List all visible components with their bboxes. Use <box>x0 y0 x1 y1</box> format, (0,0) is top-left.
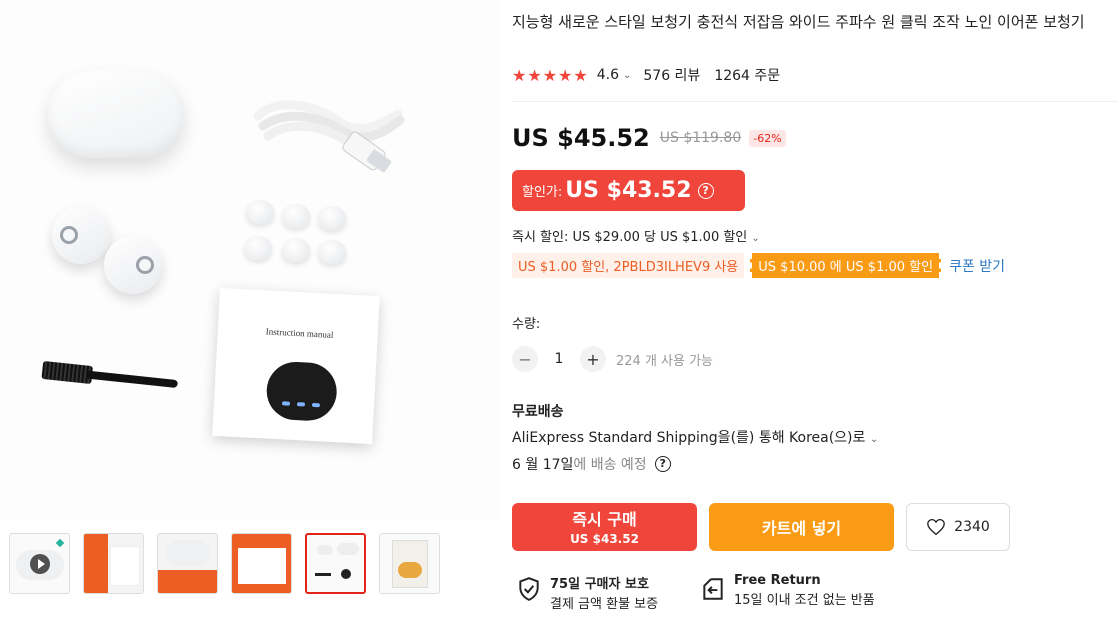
divider <box>512 101 1118 102</box>
coupon-code-badge[interactable]: US $1.00 할인, 2PBLD3ILHEV9 사용 <box>512 253 745 278</box>
delivery-date-value: 6 월 17일 <box>512 457 574 473</box>
instant-discount[interactable]: 즉시 할인: US $29.00 당 US $1.00 할인 ⌄ <box>512 226 760 245</box>
return-icon <box>703 578 723 600</box>
thumbnail-6[interactable] <box>379 533 440 594</box>
help-icon[interactable]: ? <box>697 182 714 199</box>
buy-now-label: 즉시 구매 <box>572 510 637 529</box>
sale-label: 할인가: <box>522 185 563 200</box>
thumbnail-5-selected[interactable] <box>305 533 366 594</box>
star-rating-icon: ★★★★★ <box>512 65 589 85</box>
ear-tip-image <box>282 204 310 228</box>
sale-price-box: 할인가: US $43.52 ? <box>512 170 745 211</box>
decrease-quantity-button[interactable]: − <box>512 346 538 372</box>
chevron-down-icon[interactable]: ⌄ <box>623 70 631 81</box>
thumbnail-strip <box>9 533 440 594</box>
add-to-cart-button[interactable]: 카트에 넣기 <box>709 503 894 551</box>
get-coupon-link[interactable]: 쿠폰 받기 <box>949 256 1005 276</box>
chevron-down-icon: ⌄ <box>869 434 879 445</box>
shield-check-icon <box>519 577 539 601</box>
product-title: 지능형 새로운 스타일 보청기 충전식 저잡음 와이드 주파수 원 클릭 조작 … <box>512 13 1085 31</box>
heart-icon <box>927 518 946 536</box>
original-price: US $119.80 <box>659 130 742 146</box>
available-quantity: 224 개 사용 가능 <box>616 353 714 369</box>
thumbnail-video[interactable] <box>9 533 70 594</box>
video-badge-icon <box>55 538 65 548</box>
sale-price: US $43.52 <box>565 178 692 203</box>
order-count: 1264 주문 <box>714 68 781 84</box>
rating-row: ★★★★★ 4.6 ⌄ 576 리뷰 1264 주문 <box>512 65 780 85</box>
thumbnail-2[interactable] <box>83 533 144 594</box>
coupon-row: US $1.00 할인, 2PBLD3ILHEV9 사용 US $10.00 에… <box>512 253 1005 278</box>
main-product-image[interactable]: Instruction manual <box>0 0 500 520</box>
buyer-protection[interactable]: 75일 구매자 보호 결제 금액 환불 보증 <box>516 573 658 612</box>
wishlist-count: 2340 <box>954 519 990 535</box>
guarantee-subtitle: 15일 이내 조건 없는 반품 <box>734 593 875 608</box>
ear-tip-image <box>244 236 272 260</box>
charging-case-image <box>48 70 184 158</box>
quantity-label: 수량: <box>512 317 541 332</box>
rating-value[interactable]: 4.6 <box>597 67 619 83</box>
play-icon <box>30 554 50 574</box>
thumbnail-4[interactable] <box>231 533 292 594</box>
chevron-down-icon: ⌄ <box>751 233 760 244</box>
increase-quantity-button[interactable]: + <box>580 346 606 372</box>
free-return[interactable]: Free Return 15일 이내 조건 없는 반품 <box>700 573 875 608</box>
ear-tip-image <box>318 206 346 230</box>
left-earbud-image <box>52 206 110 264</box>
review-count[interactable]: 576 리뷰 <box>643 65 700 85</box>
coupon-threshold-badge[interactable]: US $10.00 에 US $1.00 할인 <box>750 253 942 278</box>
discount-badge: -62% <box>749 129 786 147</box>
instruction-manual-image: Instruction manual <box>212 287 380 445</box>
guarantee-title: 75일 구매자 보호 <box>550 577 649 592</box>
manual-title-text: Instruction manual <box>265 326 334 340</box>
shipping-method-text: AliExpress Standard Shipping을(를) 통해 Kore… <box>512 430 866 446</box>
ear-tip-image <box>318 240 346 264</box>
thumbnail-3[interactable] <box>157 533 218 594</box>
shipping-title: 무료배송 <box>512 404 564 420</box>
wishlist-button[interactable]: 2340 <box>906 503 1010 551</box>
delivery-date-suffix: 에 배송 예정 <box>573 457 647 473</box>
quantity-stepper: − 1 + 224 개 사용 가능 <box>512 346 713 372</box>
current-price: US $45.52 <box>512 124 650 152</box>
usb-cable-image <box>253 100 405 173</box>
delivery-date: 6 월 17일 에 배송 예정 ? <box>512 454 671 474</box>
right-earbud-image <box>104 236 162 294</box>
price-row: US $45.52 US $119.80 -62% <box>512 124 786 152</box>
cleaning-brush-image <box>41 360 179 393</box>
help-icon[interactable]: ? <box>654 456 671 472</box>
instant-discount-text: 즉시 할인: US $29.00 당 US $1.00 할인 <box>512 230 748 245</box>
shipping-method[interactable]: AliExpress Standard Shipping을(를) 통해 Kore… <box>512 427 878 447</box>
guarantee-title: Free Return <box>734 573 821 588</box>
quantity-value[interactable]: 1 <box>538 351 580 367</box>
buy-now-price: US $43.52 <box>570 532 639 546</box>
guarantee-subtitle: 결제 금액 환불 보증 <box>550 597 659 612</box>
ear-tip-image <box>246 200 274 224</box>
buy-now-button[interactable]: 즉시 구매 US $43.52 <box>512 503 697 551</box>
ear-tip-image <box>282 238 310 262</box>
